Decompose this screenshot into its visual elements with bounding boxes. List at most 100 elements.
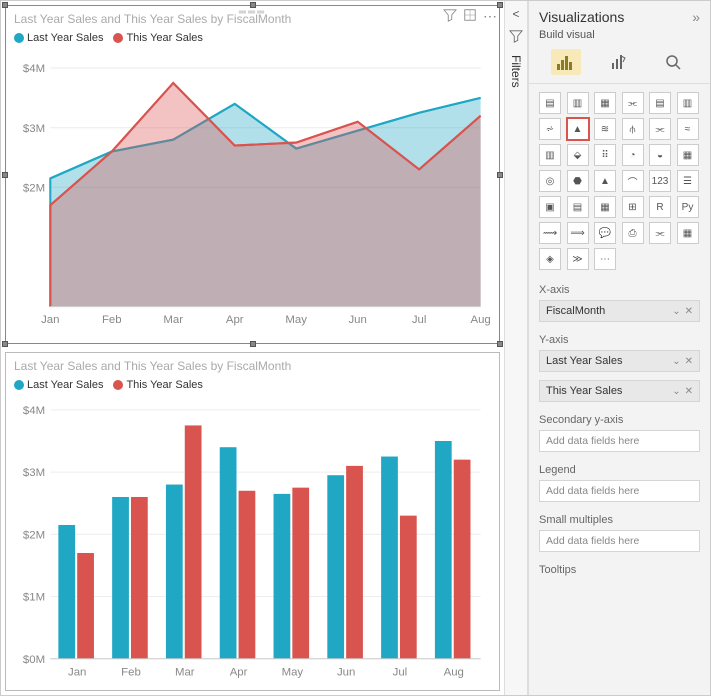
viz-type-icon[interactable]: ≋ <box>594 118 616 140</box>
viz-type-icon[interactable]: ▥ <box>567 92 589 114</box>
xaxis-field-well[interactable]: FiscalMonth ⌄ ✕ <box>539 300 700 322</box>
viz-type-icon[interactable]: ▤ <box>567 196 589 218</box>
viz-type-icon[interactable]: ⩫ <box>539 118 561 140</box>
resize-handle[interactable] <box>2 341 8 347</box>
viz-type-icon[interactable]: ⋯ <box>594 248 616 270</box>
secondary-yaxis-well[interactable]: Add data fields here <box>539 430 700 452</box>
viz-type-icon[interactable]: ⌒ <box>622 170 644 192</box>
resize-handle[interactable] <box>497 172 503 178</box>
remove-icon[interactable]: ✕ <box>685 356 693 367</box>
remove-icon[interactable]: ✕ <box>685 306 693 317</box>
viz-type-icon[interactable]: ⟹ <box>567 222 589 244</box>
viz-type-icon[interactable]: ◈ <box>539 248 561 270</box>
area-chart-svg: $2M$3M$4MJanFebMarAprMayJunJulAug <box>14 48 491 337</box>
viz-type-icon[interactable]: ⫛ <box>622 118 644 140</box>
viz-type-icon[interactable]: ▦ <box>677 144 699 166</box>
collapse-pane-icon[interactable]: » <box>692 9 700 25</box>
resize-handle[interactable] <box>250 341 256 347</box>
viz-type-icon[interactable]: ⫘ <box>622 92 644 114</box>
small-multiples-label: Small multiples <box>529 508 710 528</box>
svg-text:May: May <box>282 666 304 678</box>
viz-type-icon[interactable]: ⊞ <box>622 196 644 218</box>
legend-marker <box>113 33 123 43</box>
viz-type-icon[interactable]: ⟿ <box>539 222 561 244</box>
area-chart-visual[interactable]: ═══ ⋯ Last Year Sales and This Year Sale… <box>5 5 500 344</box>
viz-type-icon[interactable]: ◔ <box>622 144 644 166</box>
svg-text:Apr: Apr <box>230 666 248 678</box>
legend-field-label: Legend <box>529 458 710 478</box>
viz-type-icon[interactable]: ▦ <box>594 196 616 218</box>
viz-type-icon[interactable]: ▦ <box>677 222 699 244</box>
yaxis-label: Y-axis <box>529 328 710 348</box>
placeholder-text: Add data fields here <box>546 435 639 447</box>
viz-type-icon[interactable]: ⎙ <box>622 222 644 244</box>
more-options-icon[interactable]: ⋯ <box>483 8 497 27</box>
svg-text:Apr: Apr <box>226 314 244 326</box>
viz-type-icon[interactable]: ▣ <box>539 196 561 218</box>
viz-type-icon[interactable]: ≈ <box>677 118 699 140</box>
viz-type-icon[interactable]: ▤ <box>649 92 671 114</box>
svg-text:$0M: $0M <box>23 654 45 666</box>
secondary-yaxis-label: Secondary y-axis <box>529 408 710 428</box>
viz-type-icon[interactable]: ≫ <box>567 248 589 270</box>
viz-type-icon[interactable]: ⬣ <box>567 170 589 192</box>
svg-text:Jan: Jan <box>68 666 86 678</box>
filters-label: Filters <box>509 51 523 88</box>
svg-text:Jul: Jul <box>393 666 408 678</box>
chevron-down-icon[interactable]: ⌄ <box>672 306 680 317</box>
viz-type-icon[interactable]: R <box>649 196 671 218</box>
viz-type-icon[interactable]: ▥ <box>539 144 561 166</box>
field-name: This Year Sales <box>546 385 622 397</box>
viz-type-icon[interactable]: ⠿ <box>594 144 616 166</box>
svg-text:$4M: $4M <box>23 405 45 417</box>
svg-text:Feb: Feb <box>102 314 122 326</box>
viz-type-icon[interactable]: ⫘ <box>649 118 671 140</box>
svg-text:Aug: Aug <box>470 314 490 326</box>
remove-icon[interactable]: ✕ <box>685 386 693 397</box>
resize-handle[interactable] <box>497 341 503 347</box>
yaxis-field-well[interactable]: Last Year Sales ⌄ ✕ <box>539 350 700 372</box>
viz-type-icon[interactable]: ◎ <box>539 170 561 192</box>
svg-text:Mar: Mar <box>163 314 183 326</box>
small-multiples-well[interactable]: Add data fields here <box>539 530 700 552</box>
viz-type-icon[interactable]: 123 <box>649 170 671 192</box>
viz-type-icon[interactable]: ◒ <box>649 144 671 166</box>
expand-filters-icon[interactable]: < <box>512 7 519 21</box>
viz-type-icon[interactable]: ☰ <box>677 170 699 192</box>
visualization-type-grid: ▤▥▦⫘▤▥⩫▲≋⫛⫘≈▥⬙⠿◔◒▦◎⬣▲⌒123☰▣▤▦⊞RPy⟿⟹💬⎙⫘▦◈… <box>529 84 710 278</box>
resize-handle[interactable] <box>2 172 8 178</box>
bar-chart-visual[interactable]: Last Year Sales and This Year Sales by F… <box>5 352 500 691</box>
format-visual-tab[interactable] <box>604 49 634 75</box>
svg-text:Feb: Feb <box>121 666 141 678</box>
filters-pane-collapsed[interactable]: < Filters <box>504 1 528 695</box>
viz-type-icon[interactable]: ⫘ <box>649 222 671 244</box>
viz-type-icon[interactable]: 💬 <box>594 222 616 244</box>
svg-text:Jun: Jun <box>337 666 355 678</box>
legend-label: This Year Sales <box>126 32 202 44</box>
viz-type-icon[interactable]: ▦ <box>594 92 616 114</box>
analytics-tab[interactable] <box>658 49 688 75</box>
svg-text:May: May <box>285 314 307 326</box>
viz-type-icon[interactable]: ▲ <box>567 118 589 140</box>
filter-icon[interactable] <box>443 8 457 27</box>
viz-type-icon[interactable]: ▤ <box>539 92 561 114</box>
viz-type-icon[interactable]: ⬙ <box>567 144 589 166</box>
viz-type-icon[interactable]: Py <box>677 196 699 218</box>
chevron-down-icon[interactable]: ⌄ <box>672 386 680 397</box>
viz-type-icon[interactable]: ▲ <box>594 170 616 192</box>
legend-field-well[interactable]: Add data fields here <box>539 480 700 502</box>
chevron-down-icon[interactable]: ⌄ <box>672 356 680 367</box>
build-visual-tab[interactable] <box>551 49 581 75</box>
field-name: Last Year Sales <box>546 355 622 367</box>
viz-type-icon[interactable]: ▥ <box>677 92 699 114</box>
focus-mode-icon[interactable] <box>463 8 477 27</box>
drag-grip-icon[interactable]: ═══ <box>239 7 266 18</box>
resize-handle[interactable] <box>2 2 8 8</box>
pane-title: Visualizations <box>539 9 624 25</box>
yaxis-field-well[interactable]: This Year Sales ⌄ ✕ <box>539 380 700 402</box>
svg-text:$4M: $4M <box>23 63 45 75</box>
resize-handle[interactable] <box>497 2 503 8</box>
field-name: FiscalMonth <box>546 305 605 317</box>
placeholder-text: Add data fields here <box>546 485 639 497</box>
xaxis-label: X-axis <box>529 278 710 298</box>
